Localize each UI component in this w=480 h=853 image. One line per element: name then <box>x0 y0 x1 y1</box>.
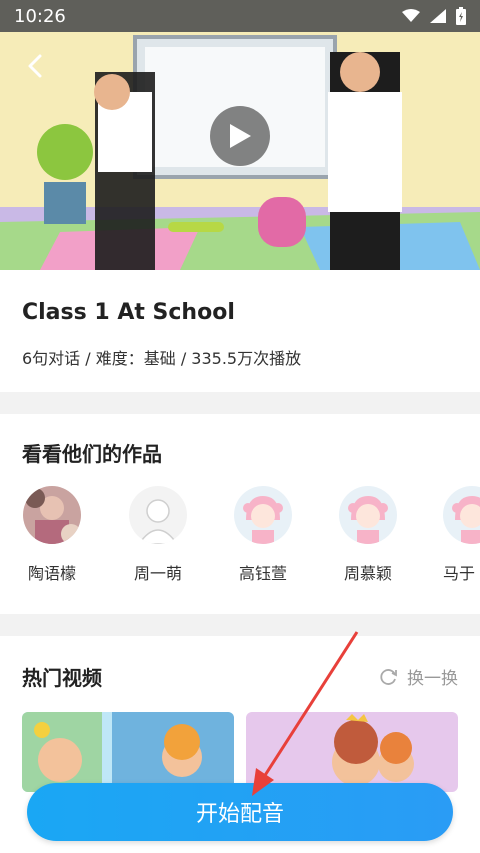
photo-avatar <box>23 486 81 544</box>
user-name: 陶语檬 <box>27 564 76 583</box>
refresh-icon <box>380 668 397 685</box>
video-player[interactable] <box>0 32 480 270</box>
status-icons <box>402 7 466 25</box>
play-icon <box>230 124 251 148</box>
default-avatar <box>129 486 187 544</box>
battery-icon <box>456 7 466 25</box>
user-name: 周一萌 <box>133 564 182 583</box>
cartoon-girl-avatar <box>234 486 292 544</box>
back-chevron-icon[interactable] <box>22 52 50 80</box>
start-dubbing-button[interactable]: 开始配音 <box>27 783 453 841</box>
video-thumbnail-card[interactable] <box>22 712 234 792</box>
user-item[interactable]: 周一萌 <box>128 486 188 584</box>
works-section: 看看他们的作品 陶语檬 周一萌 高钰萱 周慕颖 马于 <box>0 414 480 614</box>
refresh-button[interactable]: 换一换 <box>379 664 458 689</box>
wifi-icon <box>402 9 420 22</box>
user-name: 马于 <box>443 564 476 583</box>
user-name: 高钰萱 <box>238 564 287 583</box>
course-title: Class 1 At School <box>22 300 235 325</box>
cartoon-girl-avatar <box>443 486 480 544</box>
user-item[interactable]: 周慕颖 <box>338 486 398 584</box>
user-item[interactable]: 高钰萱 <box>233 486 293 584</box>
cartoon-girl-avatar <box>339 486 397 544</box>
hot-videos-title: 热门视频 <box>22 666 102 690</box>
user-item[interactable]: 陶语檬 <box>22 486 82 584</box>
refresh-label: 换一换 <box>407 669 458 689</box>
status-time: 10:26 <box>14 5 66 27</box>
video-thumbnail-card[interactable] <box>246 712 458 792</box>
signal-icon <box>430 9 446 23</box>
course-info: Class 1 At School 6句对话 / 难度：基础 / 335.5万次… <box>0 270 480 392</box>
status-bar: 10:26 <box>0 0 480 32</box>
user-item[interactable]: 马于 <box>443 486 480 584</box>
course-meta: 6句对话 / 难度：基础 / 335.5万次播放 <box>22 349 302 368</box>
user-name: 周慕颖 <box>343 564 392 583</box>
avatar-row[interactable]: 陶语檬 周一萌 高钰萱 周慕颖 马于 <box>22 486 480 596</box>
works-title: 看看他们的作品 <box>22 442 162 466</box>
play-button[interactable] <box>210 106 270 166</box>
